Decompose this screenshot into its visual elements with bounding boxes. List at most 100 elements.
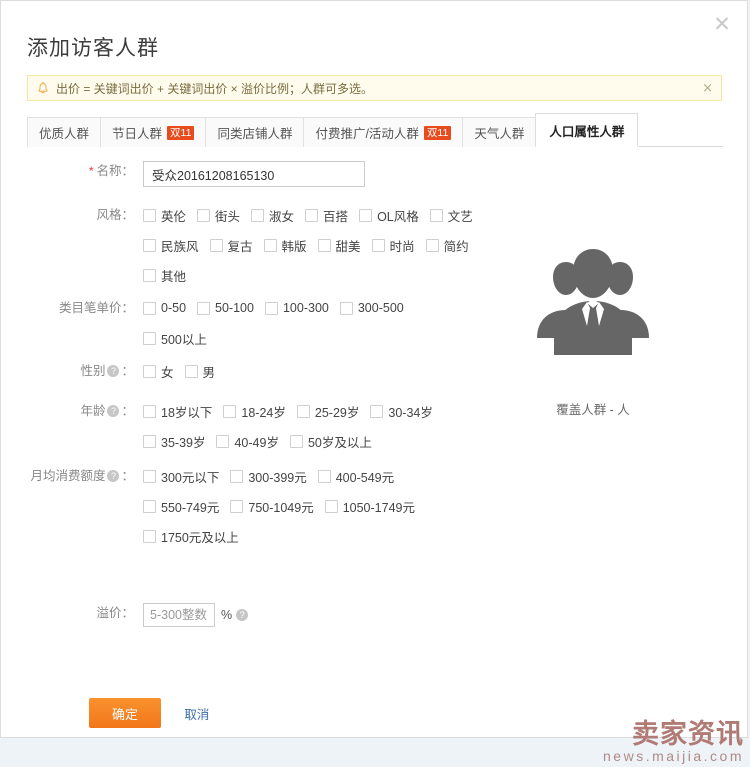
checkbox-box[interactable] — [197, 301, 211, 315]
checkbox-unitprice-3[interactable]: 300-500 — [339, 298, 404, 318]
checkbox-box[interactable] — [143, 208, 156, 222]
checkbox-box[interactable] — [143, 301, 156, 315]
confirm-button[interactable]: 确定 — [89, 698, 161, 728]
checkbox-style-7[interactable]: 复古 — [209, 235, 253, 255]
checkbox-label: 街头 — [215, 209, 241, 224]
form-row-name: * 名称： — [1, 161, 501, 187]
checkbox-age-0[interactable]: 18岁以下 — [143, 401, 212, 421]
checkbox-spend-4[interactable]: 750-1049元 — [230, 496, 314, 516]
checkbox-style-8[interactable]: 韩版 — [263, 235, 307, 255]
checkbox-box[interactable] — [223, 404, 237, 418]
checkbox-style-4[interactable]: OL风格 — [359, 205, 419, 225]
checkbox-style-10[interactable]: 时尚 — [371, 235, 415, 255]
checkbox-box[interactable] — [339, 301, 353, 315]
checkbox-box[interactable] — [317, 469, 331, 483]
checkbox-gender-1[interactable]: 男 — [184, 361, 216, 381]
checkbox-spend-2[interactable]: 400-549元 — [317, 466, 394, 486]
checkbox-box[interactable] — [425, 238, 439, 252]
question-icon[interactable]: ? — [236, 609, 249, 621]
question-icon[interactable]: ? — [107, 470, 120, 482]
close-icon[interactable]: ✕ — [709, 11, 735, 37]
checkbox-gender-0[interactable]: 女 — [143, 361, 174, 381]
tab-label: 节日人群 — [112, 127, 163, 141]
checkbox-box[interactable] — [263, 238, 277, 252]
checkbox-label: 男 — [202, 365, 216, 380]
age-label: 年龄 — [80, 404, 106, 418]
spend-colon: ： — [121, 469, 134, 483]
tab-similar-shop-crowd[interactable]: 同类店铺人群 — [205, 117, 305, 147]
checkbox-box[interactable] — [370, 404, 384, 418]
style-checkbox-group: 英伦 街头 淑女 百搭 OL风格 文艺 民族风 复古 韩版 甜美 时尚 简约 其… — [143, 205, 493, 285]
checkbox-style-9[interactable]: 甜美 — [317, 235, 361, 255]
checkbox-style-11[interactable]: 简约 — [425, 235, 469, 255]
checkbox-label: 简约 — [443, 239, 469, 254]
checkbox-age-1[interactable]: 18-24岁 — [223, 401, 286, 421]
checkbox-style-5[interactable]: 文艺 — [429, 205, 473, 225]
checkbox-box[interactable] — [143, 268, 156, 282]
checkbox-box[interactable] — [197, 208, 211, 222]
tab-label: 优质人群 — [39, 127, 90, 141]
checkbox-style-6[interactable]: 民族风 — [143, 235, 199, 255]
tab-demographic-crowd[interactable]: 人口属性人群 — [535, 113, 639, 147]
checkbox-label: 25-29岁 — [314, 405, 360, 420]
checkbox-box[interactable] — [296, 404, 310, 418]
cancel-button[interactable]: 取消 — [184, 704, 209, 723]
checkbox-box[interactable] — [143, 331, 156, 345]
checkbox-unitprice-1[interactable]: 50-100 — [197, 298, 254, 318]
checkbox-box[interactable] — [184, 364, 198, 378]
checkbox-age-2[interactable]: 25-29岁 — [296, 401, 360, 421]
question-icon[interactable]: ? — [107, 405, 120, 417]
checkbox-box[interactable] — [143, 434, 156, 448]
checkbox-unitprice-0[interactable]: 0-50 — [143, 298, 186, 318]
checkbox-box[interactable] — [264, 301, 278, 315]
checkbox-style-3[interactable]: 百搭 — [305, 205, 348, 225]
checkbox-box[interactable] — [143, 499, 156, 513]
checkbox-box[interactable] — [371, 238, 385, 252]
question-icon[interactable]: ? — [107, 365, 120, 377]
checkbox-box[interactable] — [143, 469, 156, 483]
checkbox-box[interactable] — [143, 238, 156, 252]
checkbox-age-6[interactable]: 50岁及以上 — [289, 431, 372, 451]
checkbox-spend-0[interactable]: 300元以下 — [143, 466, 219, 486]
checkbox-age-4[interactable]: 35-39岁 — [143, 431, 205, 451]
tab-badge: 双11 — [167, 125, 195, 140]
checkbox-box[interactable] — [324, 499, 338, 513]
checkbox-spend-6[interactable]: 1750元及以上 — [143, 526, 239, 546]
checkbox-box[interactable] — [216, 434, 230, 448]
checkbox-unitprice-4[interactable]: 500以上 — [143, 328, 207, 348]
checkbox-box[interactable] — [359, 208, 373, 222]
tab-holiday-crowd[interactable]: 节日人群 双11 — [100, 117, 207, 147]
checkbox-age-5[interactable]: 40-49岁 — [216, 431, 279, 451]
checkbox-style-12[interactable]: 其他 — [143, 265, 186, 285]
tab-weather-crowd[interactable]: 天气人群 — [462, 117, 537, 147]
page-title: 添加访客人群 — [27, 37, 159, 60]
checkbox-style-2[interactable]: 淑女 — [251, 205, 294, 225]
checkbox-box[interactable] — [209, 238, 223, 252]
checkbox-style-1[interactable]: 街头 — [197, 205, 240, 225]
premium-field-wrap: % ? — [143, 603, 501, 627]
checkbox-box[interactable] — [230, 469, 244, 483]
checkbox-spend-5[interactable]: 1050-1749元 — [324, 496, 415, 516]
name-input[interactable] — [143, 161, 365, 187]
spend-checkbox-group: 300元以下 300-399元 400-549元 550-749元 750-10… — [143, 466, 453, 546]
checkbox-box[interactable] — [251, 208, 265, 222]
checkbox-unitprice-2[interactable]: 100-300 — [264, 298, 329, 318]
checkbox-style-0[interactable]: 英伦 — [143, 205, 186, 225]
checkbox-box[interactable] — [429, 208, 443, 222]
checkbox-box[interactable] — [143, 529, 156, 543]
checkbox-box[interactable] — [305, 208, 319, 222]
checkbox-spend-3[interactable]: 550-749元 — [143, 496, 219, 516]
checkbox-box[interactable] — [289, 434, 303, 448]
checkbox-box[interactable] — [317, 238, 331, 252]
checkbox-label: 淑女 — [269, 209, 295, 224]
notice-close-icon[interactable]: × — [696, 81, 713, 96]
premium-input[interactable] — [143, 603, 215, 627]
tab-paid-promo-crowd[interactable]: 付费推广/活动人群 双11 — [303, 117, 464, 147]
checkbox-box[interactable] — [143, 404, 156, 418]
tab-quality-crowd[interactable]: 优质人群 — [27, 117, 102, 147]
checkbox-box[interactable] — [230, 499, 244, 513]
crowd-form: * 名称： 风格： 英伦 街头 — [1, 161, 501, 636]
checkbox-box[interactable] — [143, 364, 156, 378]
checkbox-spend-1[interactable]: 300-399元 — [230, 466, 307, 486]
checkbox-age-3[interactable]: 30-34岁 — [370, 401, 433, 421]
